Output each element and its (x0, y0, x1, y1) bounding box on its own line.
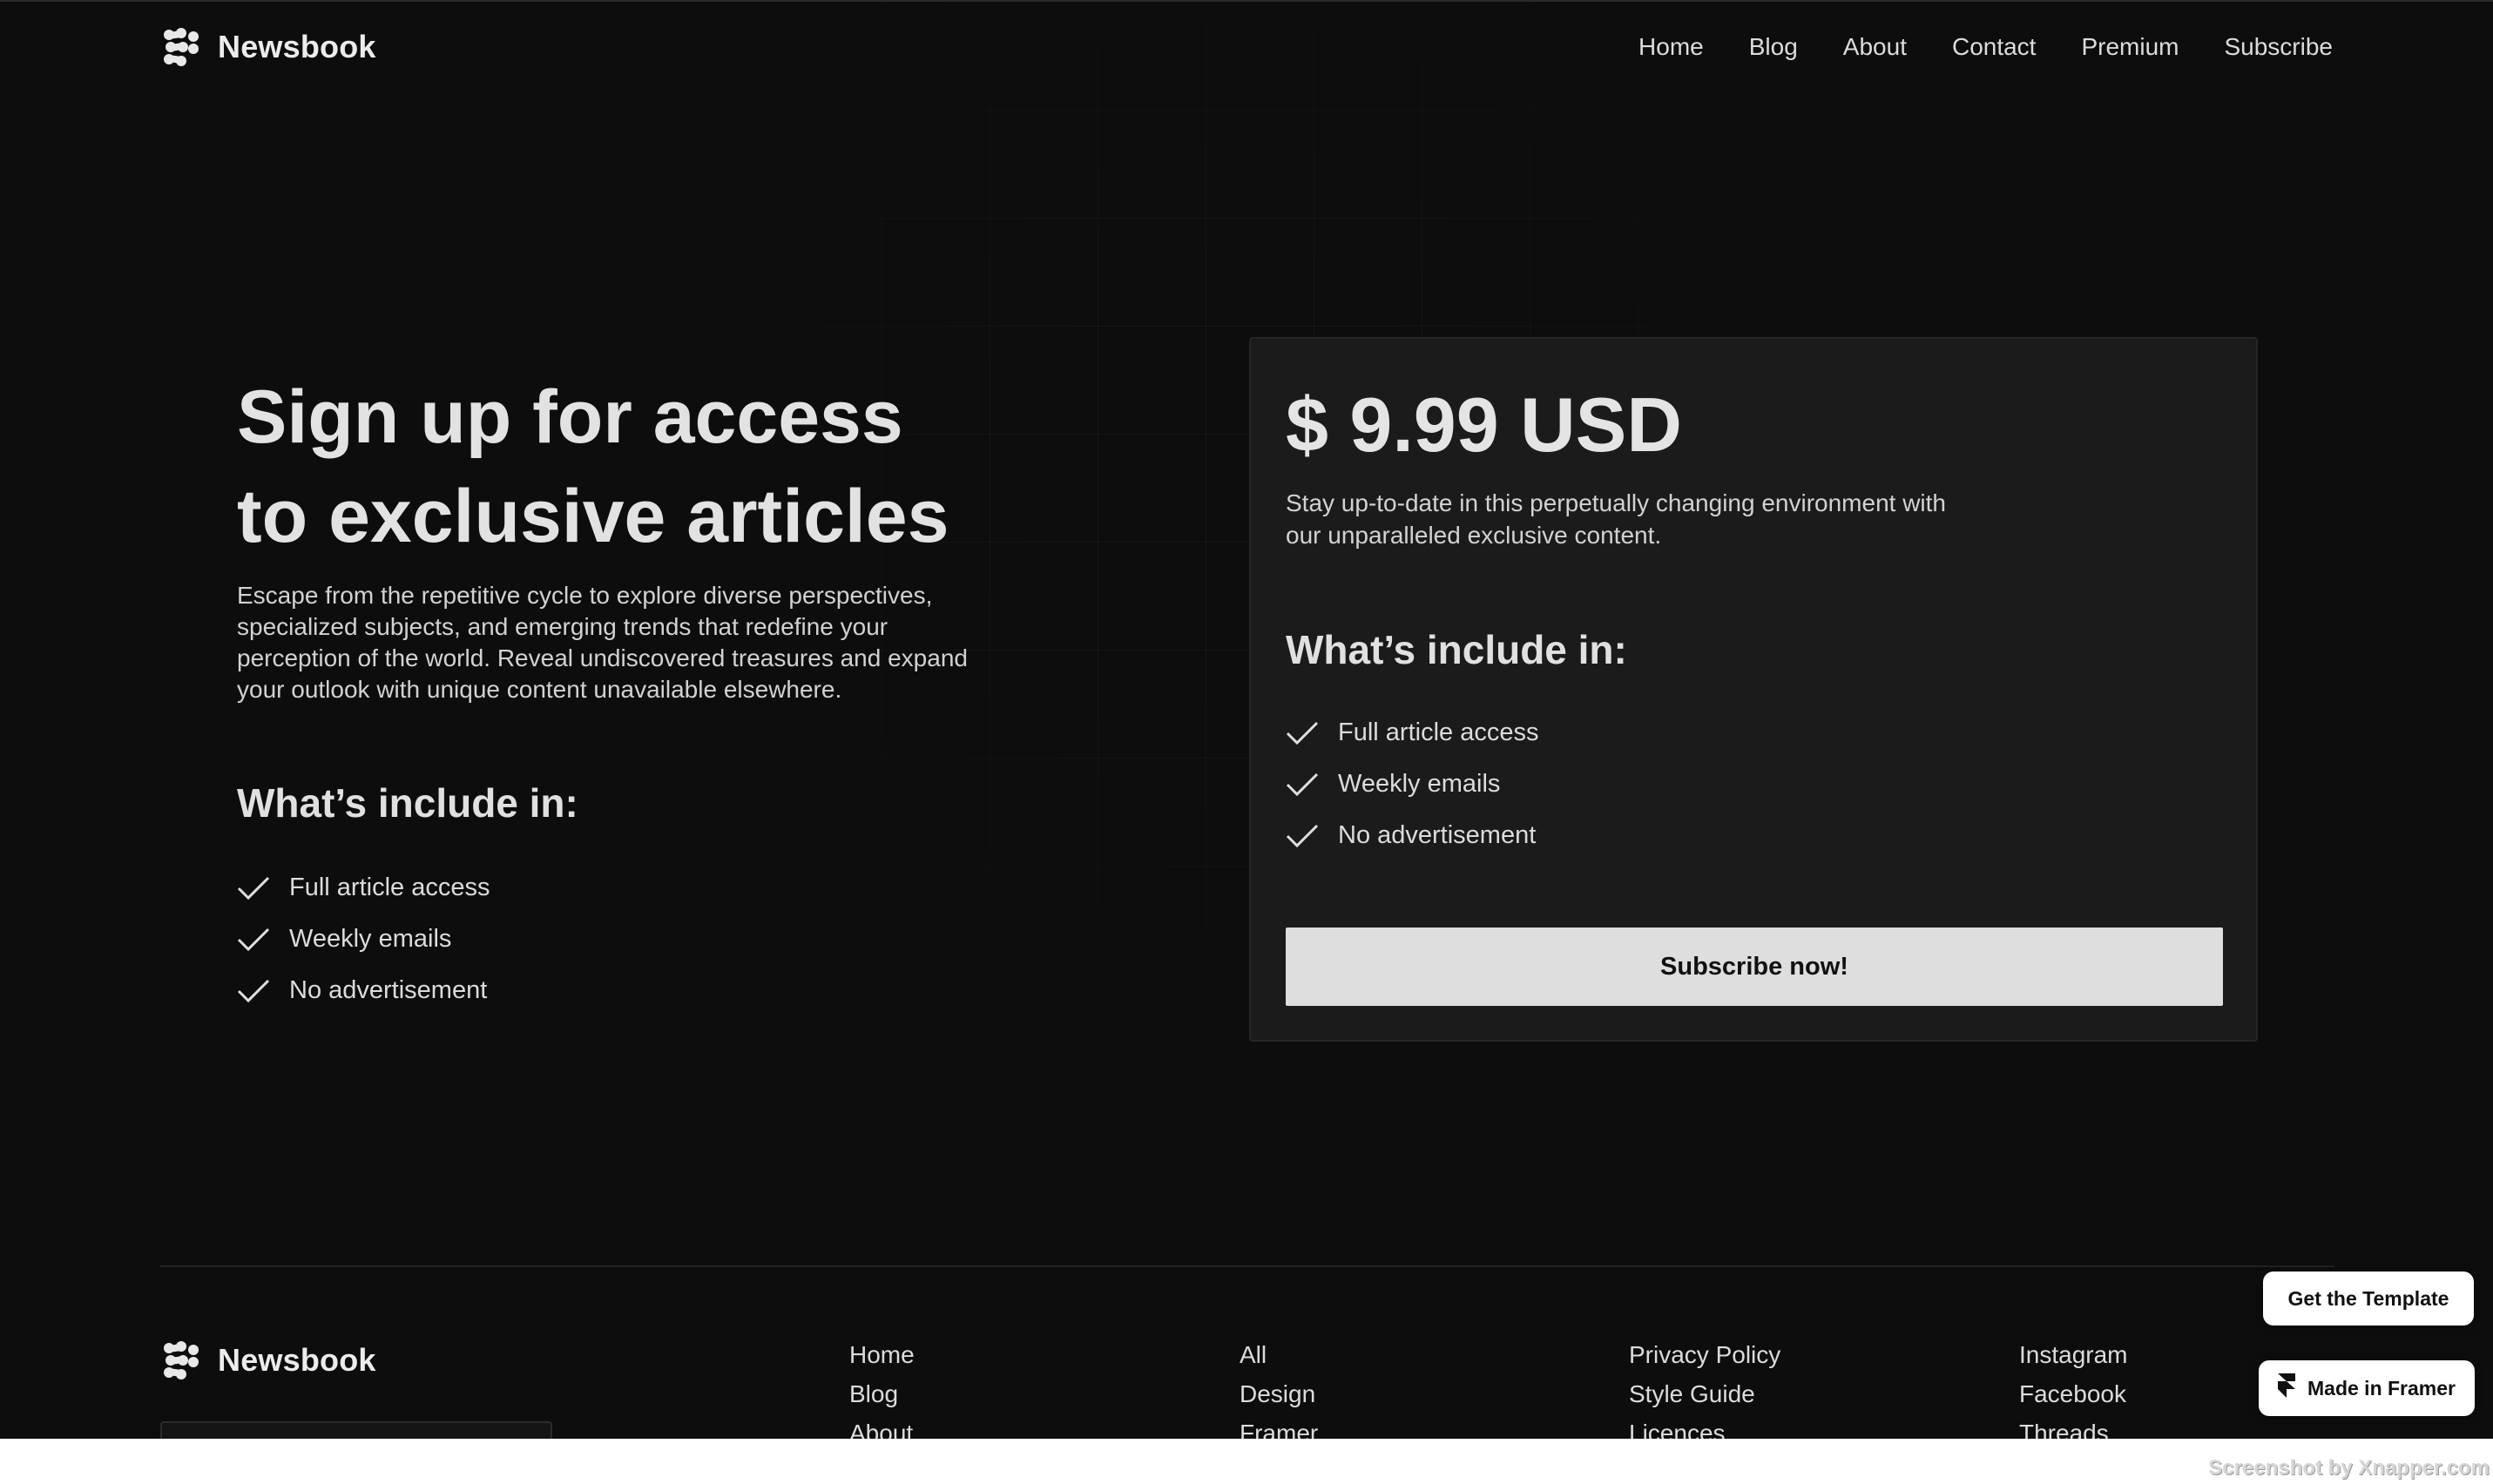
check-icon (237, 875, 270, 901)
footer-link[interactable]: Framer (1240, 1419, 1318, 1439)
header: Newsbook Home Blog About Contact Premium… (0, 2, 2493, 99)
footer-link[interactable]: Design (1240, 1379, 1318, 1409)
footer-link[interactable]: All (1240, 1340, 1318, 1370)
made-in-framer-label: Made in Framer (2307, 1376, 2456, 1400)
nav-about[interactable]: About (1843, 33, 1907, 61)
footer-link[interactable]: Facebook (2019, 1379, 2128, 1409)
footer-column-pages: Home Blog About (849, 1340, 915, 1439)
footer-link[interactable]: About (849, 1419, 915, 1439)
feature-item: Full article access (237, 862, 490, 914)
hero-title-line-2: to exclusive articles (237, 475, 949, 558)
check-icon (1286, 772, 1319, 798)
footer-link[interactable]: Privacy Policy (1629, 1340, 1780, 1370)
get-template-button[interactable]: Get the Template (2263, 1272, 2474, 1325)
brand-name: Newsbook (218, 29, 376, 64)
pricing-description: Stay up-to-date in this perpetually chan… (1286, 489, 1946, 549)
feature-label: Weekly emails (289, 925, 452, 953)
check-icon (237, 927, 270, 953)
hero-title: Sign up for access to exclusive articles (237, 368, 1108, 566)
feature-label: Weekly emails (1338, 770, 1501, 798)
footer-brand-name: Newsbook (218, 1342, 376, 1378)
pricing-includes-heading: What’s include in: (1286, 627, 1627, 672)
nav-premium[interactable]: Premium (2081, 33, 2179, 61)
footer-link[interactable]: Blog (849, 1379, 915, 1409)
page: Newsbook Home Blog About Contact Premium… (0, 0, 2493, 1439)
hero-description: Escape from the repetitive cycle to expl… (237, 582, 968, 703)
footer-link[interactable]: Style Guide (1629, 1379, 1780, 1409)
footer-divider (160, 1265, 2334, 1267)
newsbook-logo-icon (160, 1339, 202, 1381)
footer-link[interactable]: Instagram (2019, 1340, 2128, 1370)
footer-link[interactable]: Home (849, 1340, 915, 1370)
made-in-framer-button[interactable]: Made in Framer (2259, 1360, 2475, 1416)
footer-link[interactable]: Licences (1629, 1419, 1780, 1439)
feature-label: Full article access (1338, 718, 1539, 746)
check-icon (1286, 720, 1319, 746)
footer-brand[interactable]: Newsbook (160, 1339, 376, 1381)
nav-contact[interactable]: Contact (1952, 33, 2037, 61)
hero-title-line-1: Sign up for access (237, 375, 903, 459)
hero-feature-list: Full article access Weekly emails No adv… (237, 862, 490, 1016)
get-template-label: Get the Template (2287, 1286, 2449, 1310)
check-icon (237, 978, 270, 1004)
subscribe-now-button[interactable]: Subscribe now! (1286, 928, 2223, 1006)
framer-icon (2278, 1373, 2295, 1403)
pricing-feature-list: Full article access Weekly emails No adv… (1286, 707, 1538, 861)
feature-label: Full article access (289, 874, 490, 901)
check-icon (1286, 823, 1319, 849)
feature-item: No advertisement (1286, 810, 1538, 861)
feature-item: Weekly emails (237, 914, 490, 965)
footer-column-social: Instagram Facebook Threads (2019, 1340, 2128, 1439)
footer-column-legal: Privacy Policy Style Guide Licences (1629, 1340, 1780, 1439)
nav-home[interactable]: Home (1638, 33, 1704, 61)
watermark: Screenshot by Xnapper.com (2208, 1456, 2490, 1480)
hero-includes-heading: What’s include in: (237, 780, 578, 826)
feature-label: No advertisement (1338, 821, 1537, 849)
bottom-strip (0, 1439, 2493, 1484)
pricing-card: $ 9.99 USD Stay up-to-date in this perpe… (1249, 337, 2258, 1042)
feature-item: No advertisement (237, 965, 490, 1016)
nav-subscribe[interactable]: Subscribe (2224, 33, 2333, 61)
feature-label: No advertisement (289, 976, 488, 1004)
feature-item: Weekly emails (1286, 759, 1538, 810)
header-brand[interactable]: Newsbook (160, 26, 376, 68)
footer-column-categories: All Design Framer (1240, 1340, 1318, 1439)
footer-search-input[interactable] (160, 1421, 552, 1439)
main-nav: Home Blog About Contact Premium Subscrib… (1638, 33, 2333, 61)
price: $ 9.99 USD (1286, 381, 1682, 468)
nav-blog[interactable]: Blog (1749, 33, 1798, 61)
newsbook-logo-icon (160, 26, 202, 68)
feature-item: Full article access (1286, 707, 1538, 759)
footer-link[interactable]: Threads (2019, 1419, 2128, 1439)
